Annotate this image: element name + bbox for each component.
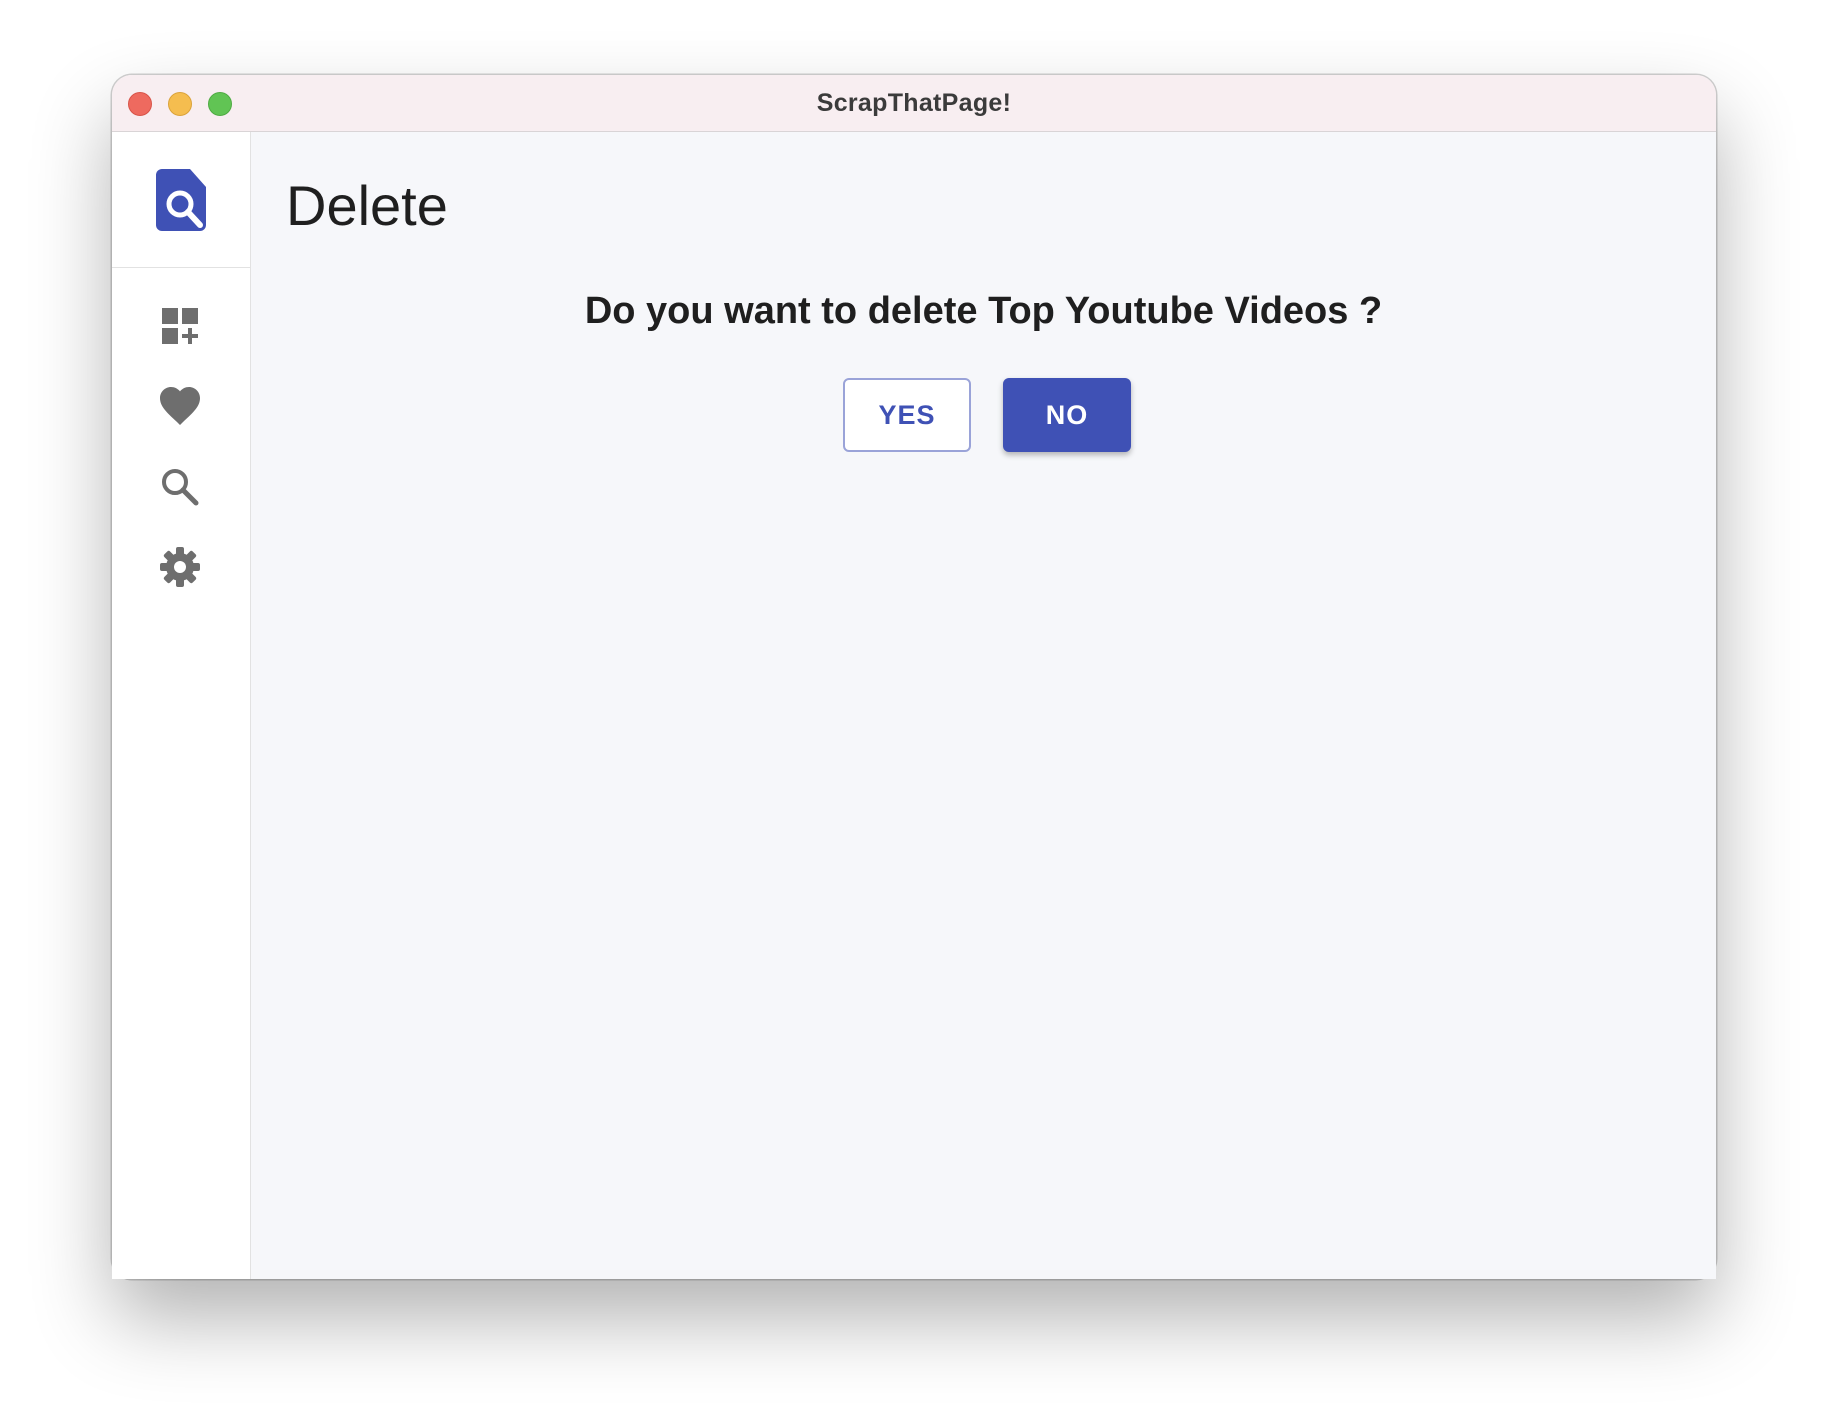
window-title: ScrapThatPage! — [816, 89, 1012, 117]
sidebar-divider — [112, 267, 251, 268]
title-bar: ScrapThatPage! — [112, 75, 1716, 132]
sidebar — [112, 132, 251, 1279]
dashboard-add-icon[interactable] — [158, 304, 202, 348]
page-title: Delete — [286, 174, 448, 237]
delete-confirmation-prompt: Do you want to delete Top Youtube Videos… — [584, 290, 1383, 332]
search-document-icon — [156, 169, 206, 231]
heart-icon[interactable] — [158, 385, 202, 429]
no-button[interactable]: NO — [1003, 378, 1131, 452]
gear-icon[interactable] — [158, 545, 202, 589]
yes-button[interactable]: YES — [843, 378, 971, 452]
search-icon[interactable] — [158, 465, 202, 509]
